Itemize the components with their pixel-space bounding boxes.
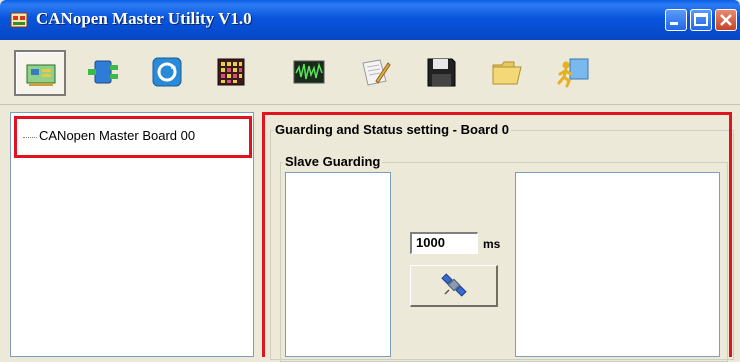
window-title: CANopen Master Utility V1.0 xyxy=(36,9,252,28)
save-disk-icon xyxy=(427,58,456,87)
waveform-monitor-icon xyxy=(293,60,325,84)
refresh-icon xyxy=(152,57,182,87)
close-button[interactable] xyxy=(715,9,737,31)
save-button[interactable] xyxy=(416,50,468,96)
waveform-monitor-button[interactable] xyxy=(284,50,336,96)
close-icon xyxy=(720,14,732,26)
title-bar[interactable]: CANopen Master Utility V1.0 xyxy=(0,0,740,40)
refresh-button[interactable] xyxy=(142,50,194,96)
board-config-icon xyxy=(26,64,56,86)
open-folder-icon xyxy=(492,61,522,85)
edit-document-button[interactable] xyxy=(350,50,402,96)
highlight-settings-area xyxy=(262,112,732,357)
maximize-button[interactable] xyxy=(690,9,712,31)
open-folder-button[interactable] xyxy=(482,50,534,96)
highlight-tree-item xyxy=(14,116,252,158)
maximize-icon xyxy=(694,13,708,26)
exit-run-button[interactable] xyxy=(548,50,600,96)
minimize-icon xyxy=(670,22,678,25)
toolbar xyxy=(0,40,740,105)
network-node-icon xyxy=(88,60,118,84)
minimize-button[interactable] xyxy=(665,9,687,31)
io-matrix-button[interactable] xyxy=(206,50,258,96)
app-icon xyxy=(10,12,28,28)
io-matrix-icon xyxy=(217,58,245,86)
exit-run-icon xyxy=(557,58,589,88)
board-config-button[interactable] xyxy=(14,50,66,96)
network-node-button[interactable] xyxy=(78,50,130,96)
edit-document-icon xyxy=(362,59,391,86)
